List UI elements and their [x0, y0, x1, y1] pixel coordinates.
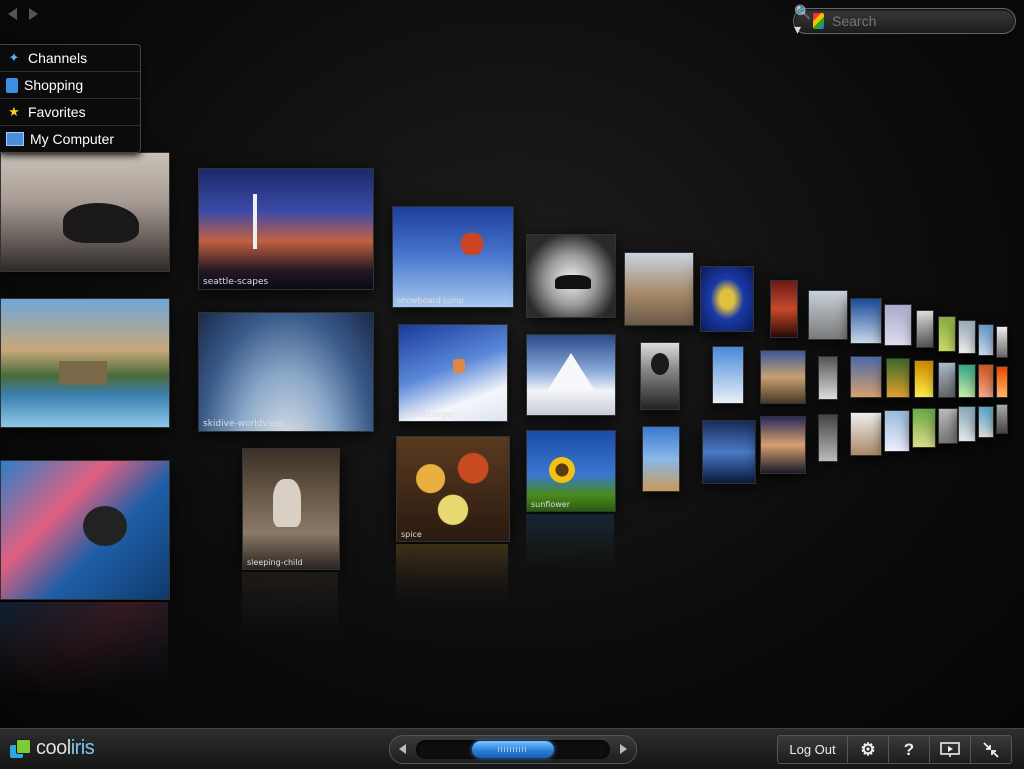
- search-box[interactable]: 🔍▾: [793, 4, 1016, 37]
- photo-tile[interactable]: [0, 460, 170, 600]
- menu-item-channels[interactable]: ✦ Channels: [0, 45, 140, 72]
- photo-tile-snowboarder[interactable]: snowboarder: [398, 324, 508, 422]
- photo-tile[interactable]: [700, 266, 754, 332]
- photo-tile[interactable]: [818, 414, 838, 462]
- menu-item-label: My Computer: [30, 131, 115, 147]
- photo-tile-seattle-scapes[interactable]: seattle-scapes: [198, 168, 374, 290]
- photo-tile[interactable]: [526, 234, 616, 318]
- exit-fullscreen-button[interactable]: [971, 736, 1011, 763]
- photo-tile[interactable]: [978, 364, 994, 398]
- photo-tile[interactable]: [912, 408, 936, 448]
- photo-tile[interactable]: [916, 310, 934, 348]
- photo-tile[interactable]: [770, 280, 798, 338]
- scroll-track[interactable]: [416, 740, 610, 759]
- tile-caption: snowboard-jump: [397, 296, 464, 305]
- photo-tile[interactable]: [884, 410, 910, 452]
- photo-tile-spice[interactable]: spice: [396, 436, 510, 542]
- photo-tile[interactable]: [640, 342, 680, 410]
- back-arrow-icon[interactable]: [8, 8, 17, 20]
- scroll-right-icon[interactable]: [620, 744, 627, 754]
- google-icon: [812, 13, 824, 29]
- photo-reflection: [242, 572, 338, 650]
- search-icon[interactable]: 🔍▾: [794, 4, 813, 37]
- menu-item-favorites[interactable]: ★ Favorites: [0, 99, 140, 126]
- photo-tile[interactable]: [884, 304, 912, 346]
- photo-tile[interactable]: [958, 364, 976, 398]
- collapse-icon: [983, 741, 999, 758]
- gear-icon: ⚙: [860, 739, 876, 759]
- search-input[interactable]: [830, 12, 1015, 30]
- photo-tile[interactable]: [938, 316, 956, 352]
- wall-scroller[interactable]: [389, 735, 637, 764]
- photo-tile-sleeping-child[interactable]: sleeping-child: [242, 448, 340, 570]
- photo-tile[interactable]: [760, 416, 806, 474]
- photo-reflection: [526, 514, 614, 574]
- menu-item-my-computer[interactable]: My Computer: [0, 126, 140, 152]
- photo-tile[interactable]: [978, 406, 994, 438]
- photo-tile[interactable]: [624, 252, 694, 326]
- menu-item-label: Favorites: [28, 104, 86, 120]
- logo-text: cooliris: [36, 737, 95, 760]
- slideshow-icon: [940, 741, 960, 757]
- history-nav: [8, 8, 38, 20]
- photo-tile[interactable]: [808, 290, 848, 340]
- channel-menu: ✦ Channels Shopping ★ Favorites My Compu…: [0, 44, 141, 153]
- star-icon: ★: [8, 104, 20, 119]
- photo-tile[interactable]: [642, 426, 680, 492]
- forward-arrow-icon[interactable]: [29, 8, 38, 20]
- help-button[interactable]: ?: [889, 736, 930, 763]
- scroll-left-icon[interactable]: [399, 744, 406, 754]
- photo-tile[interactable]: [760, 350, 806, 404]
- photo-tile[interactable]: [938, 408, 958, 444]
- photo-tile[interactable]: [0, 152, 170, 272]
- menu-item-label: Channels: [28, 50, 88, 66]
- photo-tile[interactable]: [996, 366, 1008, 398]
- tile-caption: spice: [401, 530, 422, 539]
- menu-item-shopping[interactable]: Shopping: [0, 72, 140, 99]
- photo-tile[interactable]: [850, 298, 882, 344]
- photo-tile-summit[interactable]: summit: [526, 334, 616, 416]
- logout-button[interactable]: Log Out: [778, 736, 848, 763]
- settings-button[interactable]: ⚙: [848, 736, 889, 763]
- photo-tile[interactable]: [958, 320, 976, 354]
- tile-caption: snowboarder: [403, 410, 455, 419]
- photo-tile[interactable]: [818, 356, 838, 400]
- photo-tile[interactable]: [886, 358, 910, 398]
- photo-wall[interactable]: 🔍▾ ✦ Channels Shopping ★ Favorites My Co…: [0, 0, 1024, 728]
- cooliris-logo: cooliris: [10, 737, 95, 760]
- photo-tile[interactable]: [712, 346, 744, 404]
- channels-icon: ✦: [8, 50, 20, 65]
- photo-reflection: [396, 544, 508, 614]
- photo-tile[interactable]: [850, 412, 882, 456]
- tile-caption: sleeping-child: [247, 558, 303, 567]
- photo-tile[interactable]: [0, 298, 170, 428]
- photo-tile[interactable]: [938, 362, 956, 398]
- menu-item-label: Shopping: [24, 77, 84, 93]
- slideshow-button[interactable]: [930, 736, 971, 763]
- photo-tile[interactable]: [978, 324, 994, 356]
- photo-tile-skidive-worldview[interactable]: skidive-worldview: [198, 312, 374, 432]
- photo-tile[interactable]: [850, 356, 882, 398]
- scroll-thumb[interactable]: [472, 741, 554, 758]
- logo-text-cool: cool: [36, 737, 71, 759]
- shopping-bag-icon: [6, 77, 18, 93]
- tile-caption: sunflower: [531, 500, 570, 509]
- bottom-toolbar: cooliris Log Out ⚙ ?: [0, 728, 1024, 769]
- help-icon: ?: [903, 739, 915, 759]
- computer-icon: [6, 132, 24, 146]
- cooliris-logo-icon: [10, 738, 31, 759]
- photo-tile[interactable]: [958, 406, 976, 442]
- tile-caption: seattle-scapes: [203, 277, 269, 287]
- photo-tile[interactable]: [914, 360, 934, 398]
- photo-tile[interactable]: [702, 420, 756, 484]
- tile-caption: summit: [531, 404, 562, 413]
- photo-tile[interactable]: [996, 404, 1008, 434]
- photo-tile[interactable]: [996, 326, 1008, 358]
- photo-reflection: [0, 602, 168, 698]
- toolbar-buttons: Log Out ⚙ ?: [777, 735, 1012, 764]
- photo-tile-sunflower[interactable]: sunflower: [526, 430, 616, 512]
- photo-tile-snowboard-jump[interactable]: snowboard-jump: [392, 206, 514, 308]
- logo-text-iris: iris: [70, 737, 95, 759]
- tile-caption: skidive-worldview: [203, 419, 284, 429]
